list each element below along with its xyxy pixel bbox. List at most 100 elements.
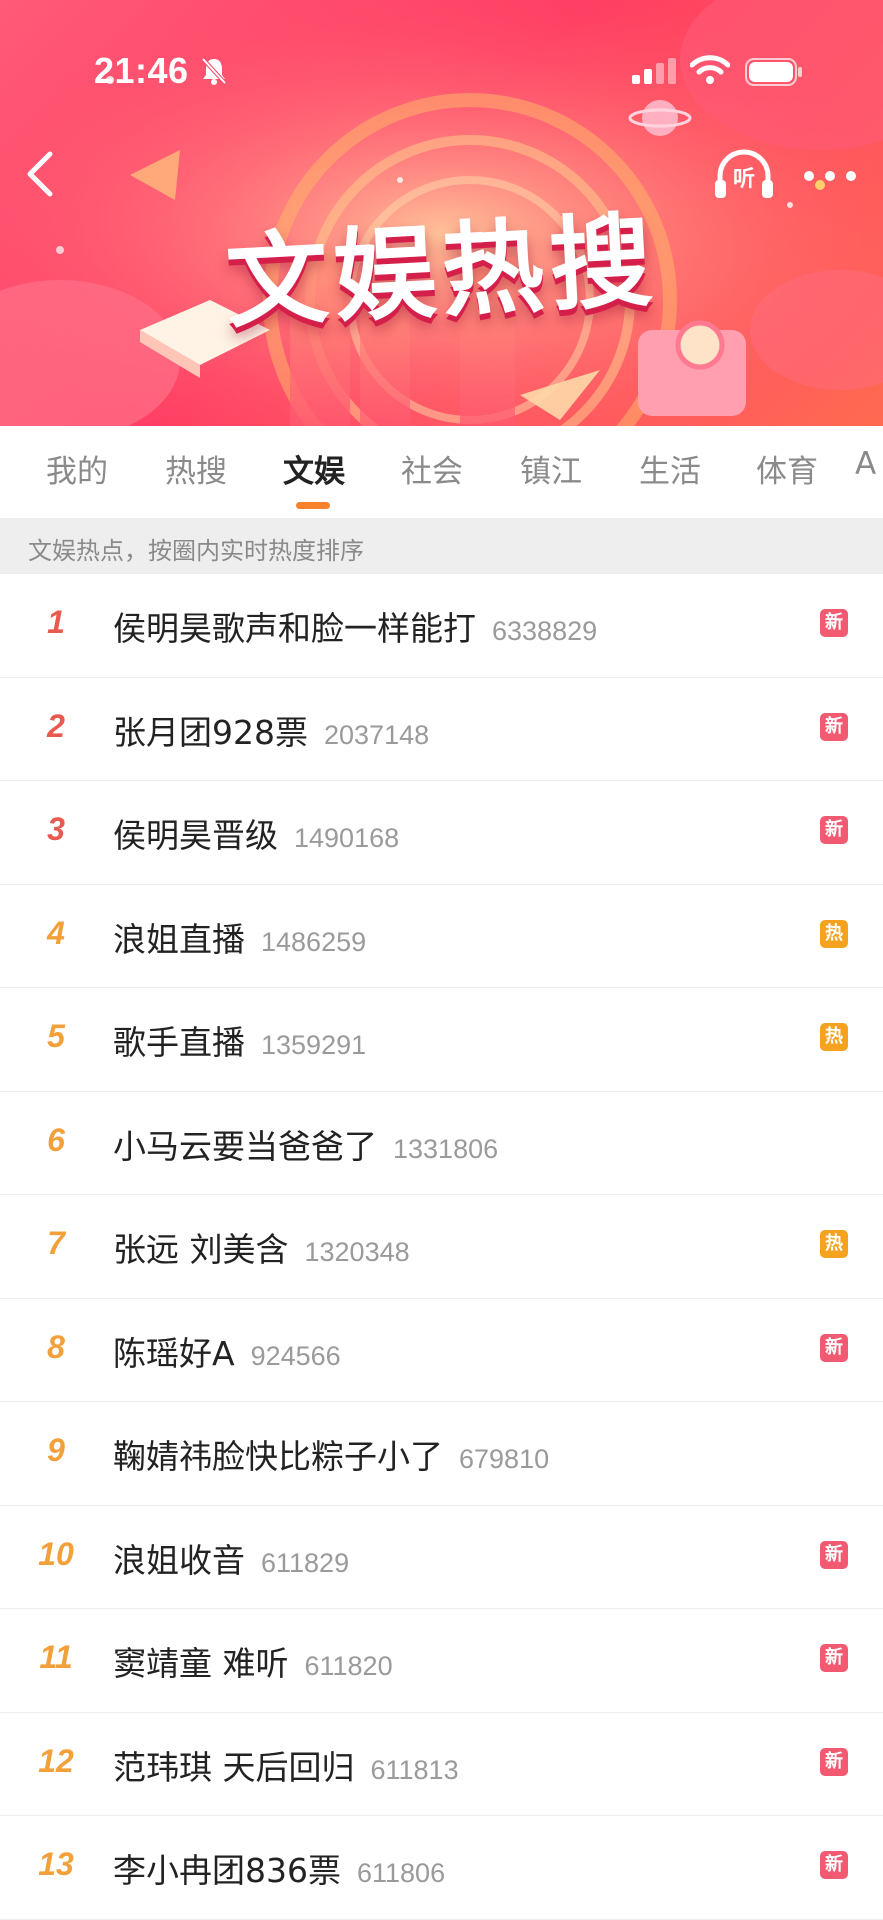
category-tab-bar: 我的 热搜 文娱 社会 镇江 生活 体育 A	[0, 426, 883, 518]
more-dot-icon	[825, 171, 835, 181]
hot-search-row[interactable]: 4 浪姐直播 1486259 热	[0, 885, 883, 988]
topic-title: 窦靖童 难听	[113, 1644, 289, 1683]
hot-badge: 热	[820, 919, 848, 948]
hot-search-row[interactable]: 2 张月团928票 2037148 新	[0, 678, 883, 781]
heat-count: 1486259	[261, 926, 367, 957]
rank-number: 3	[47, 811, 65, 847]
row-text: 范玮琪 天后回归 611813	[113, 1741, 459, 1789]
hot-search-row[interactable]: 11 窦靖童 难听 611820 新	[0, 1609, 883, 1713]
topic-title: 浪姐收音	[113, 1540, 245, 1580]
hot-search-row[interactable]: 8 陈瑶好A 924566 新	[0, 1299, 883, 1402]
hot-search-row[interactable]: 9 鞠婧祎脸快比粽子小了 679810	[0, 1402, 883, 1506]
hot-search-page: 21:46 文娱热搜 听 我的 热搜 文娱 社会 镇江 生活 体育 A 文娱热点…	[0, 0, 883, 1920]
signal-icon	[632, 58, 676, 84]
hot-search-row[interactable]: 7 张远 刘美含 1320348 热	[0, 1195, 883, 1299]
new-badge: 新	[820, 1747, 848, 1776]
bell-muted-icon	[201, 57, 227, 85]
topic-title: 鞠婧祎脸快比粽子小了	[113, 1437, 443, 1476]
topic-title: 张月团928票	[113, 712, 308, 752]
wifi-icon	[690, 55, 730, 84]
hot-search-row[interactable]: 3 侯明昊晋级 1490168 新	[0, 781, 883, 885]
topic-title: 浪姐直播	[113, 919, 245, 959]
rank-number: 9	[47, 1432, 65, 1468]
row-text: 侯明昊晋级 1490168	[113, 809, 399, 857]
new-badge: 新	[820, 712, 848, 741]
new-badge: 新	[820, 609, 848, 637]
heat-count: 611820	[304, 1651, 393, 1681]
hot-search-row[interactable]: 5 歌手直播 1359291 热	[0, 988, 883, 1092]
more-dot-icon	[804, 171, 814, 181]
row-text: 窦靖童 难听 611820	[113, 1637, 393, 1685]
topic-title: 小马云要当爸爸了	[113, 1126, 377, 1166]
topic-title: 侯明昊晋级	[113, 816, 278, 855]
tab-zhenjiang[interactable]: 镇江	[501, 446, 601, 491]
row-text: 张远 刘美含 1320348	[113, 1223, 410, 1271]
tab-life[interactable]: 生活	[620, 446, 720, 491]
rank-number: 5	[47, 1018, 65, 1054]
rank-number: 11	[39, 1639, 73, 1675]
hot-search-row[interactable]: 1 侯明昊歌声和脸一样能打 6338829 新	[0, 574, 883, 678]
new-badge: 新	[820, 1333, 848, 1362]
status-time: 21:46	[94, 50, 189, 91]
heat-count: 611829	[261, 1547, 350, 1578]
header-banner: 21:46 文娱热搜 听	[0, 0, 883, 426]
row-text: 浪姐直播 1486259	[113, 913, 366, 961]
row-text: 歌手直播 1359291	[113, 1016, 366, 1064]
tab-hot-search[interactable]: 热搜	[146, 446, 246, 491]
row-text: 侯明昊歌声和脸一样能打 6338829	[113, 602, 597, 650]
hot-search-row[interactable]: 12 范玮琪 天后回归 611813 新	[0, 1713, 883, 1816]
tab-entertainment[interactable]: 文娱	[264, 446, 364, 491]
listen-label: 听	[732, 167, 755, 192]
list-description: 文娱热点，按圈内实时热度排序	[28, 537, 364, 565]
rank-number: 13	[38, 1846, 74, 1882]
rank-number: 6	[47, 1121, 65, 1158]
tab-partial[interactable]: A	[855, 446, 883, 482]
tab-mine[interactable]: 我的	[27, 446, 127, 491]
heat-count: 1331806	[393, 1133, 499, 1164]
status-bar: 21:46	[0, 0, 883, 140]
heat-count: 1359291	[261, 1030, 367, 1060]
hot-search-row[interactable]: 6 小马云要当爸爸了 1331806	[0, 1092, 883, 1195]
new-badge: 新	[820, 1644, 848, 1672]
tab-society[interactable]: 社会	[382, 446, 482, 491]
row-text: 李小冉团836票 611806	[113, 1844, 445, 1892]
listen-button[interactable]: 听	[712, 148, 776, 204]
heat-count: 6338829	[492, 616, 598, 646]
topic-title: 范玮琪 天后回归	[113, 1747, 355, 1787]
hot-search-row[interactable]: 10 浪姐收音 611829 新	[0, 1506, 883, 1609]
row-text: 陈瑶好A 924566	[113, 1327, 341, 1375]
hot-search-list: 1 侯明昊歌声和脸一样能打 6338829 新 2 张月团928票 2037148 新 3 侯明昊…	[0, 574, 883, 1920]
rank-number: 7	[47, 1225, 65, 1261]
row-text: 张月团928票 2037148	[113, 706, 429, 754]
back-arrow-icon	[27, 151, 53, 197]
row-text: 浪姐收音 611829	[113, 1534, 349, 1582]
subtitle-bar: 文娱热点，按圈内实时热度排序	[0, 518, 883, 574]
hot-search-row[interactable]: 13 李小冉团836票 611806 新	[0, 1816, 883, 1920]
heat-count: 679810	[459, 1444, 550, 1474]
topic-title: 张远 刘美含	[113, 1230, 289, 1269]
topic-title: 歌手直播	[113, 1023, 245, 1062]
heat-count: 924566	[250, 1340, 341, 1371]
topic-title: 李小冉团836票	[113, 1851, 341, 1890]
heat-count: 611806	[357, 1858, 446, 1888]
battery-icon	[745, 58, 802, 86]
active-tab-indicator	[296, 502, 330, 509]
topic-title: 陈瑶好A	[113, 1333, 235, 1373]
heat-count: 1490168	[294, 823, 400, 853]
new-badge: 新	[820, 816, 848, 844]
rank-number: 8	[47, 1328, 65, 1365]
more-options-button[interactable]	[800, 156, 860, 196]
tab-sports[interactable]: 体育	[737, 446, 837, 491]
row-text: 小马云要当爸爸了 1331806	[113, 1120, 498, 1168]
back-button[interactable]	[18, 146, 68, 202]
more-dot-icon	[846, 171, 856, 181]
topic-title: 侯明昊歌声和脸一样能打	[113, 609, 476, 648]
hot-badge: 热	[820, 1230, 848, 1258]
heat-count: 611813	[370, 1754, 459, 1785]
rank-number: 10	[38, 1535, 74, 1572]
heat-count: 2037148	[324, 719, 430, 750]
new-badge: 新	[820, 1851, 848, 1879]
rank-number: 2	[47, 707, 65, 744]
row-text: 鞠婧祎脸快比粽子小了 679810	[113, 1430, 549, 1478]
rank-number: 1	[47, 604, 65, 640]
